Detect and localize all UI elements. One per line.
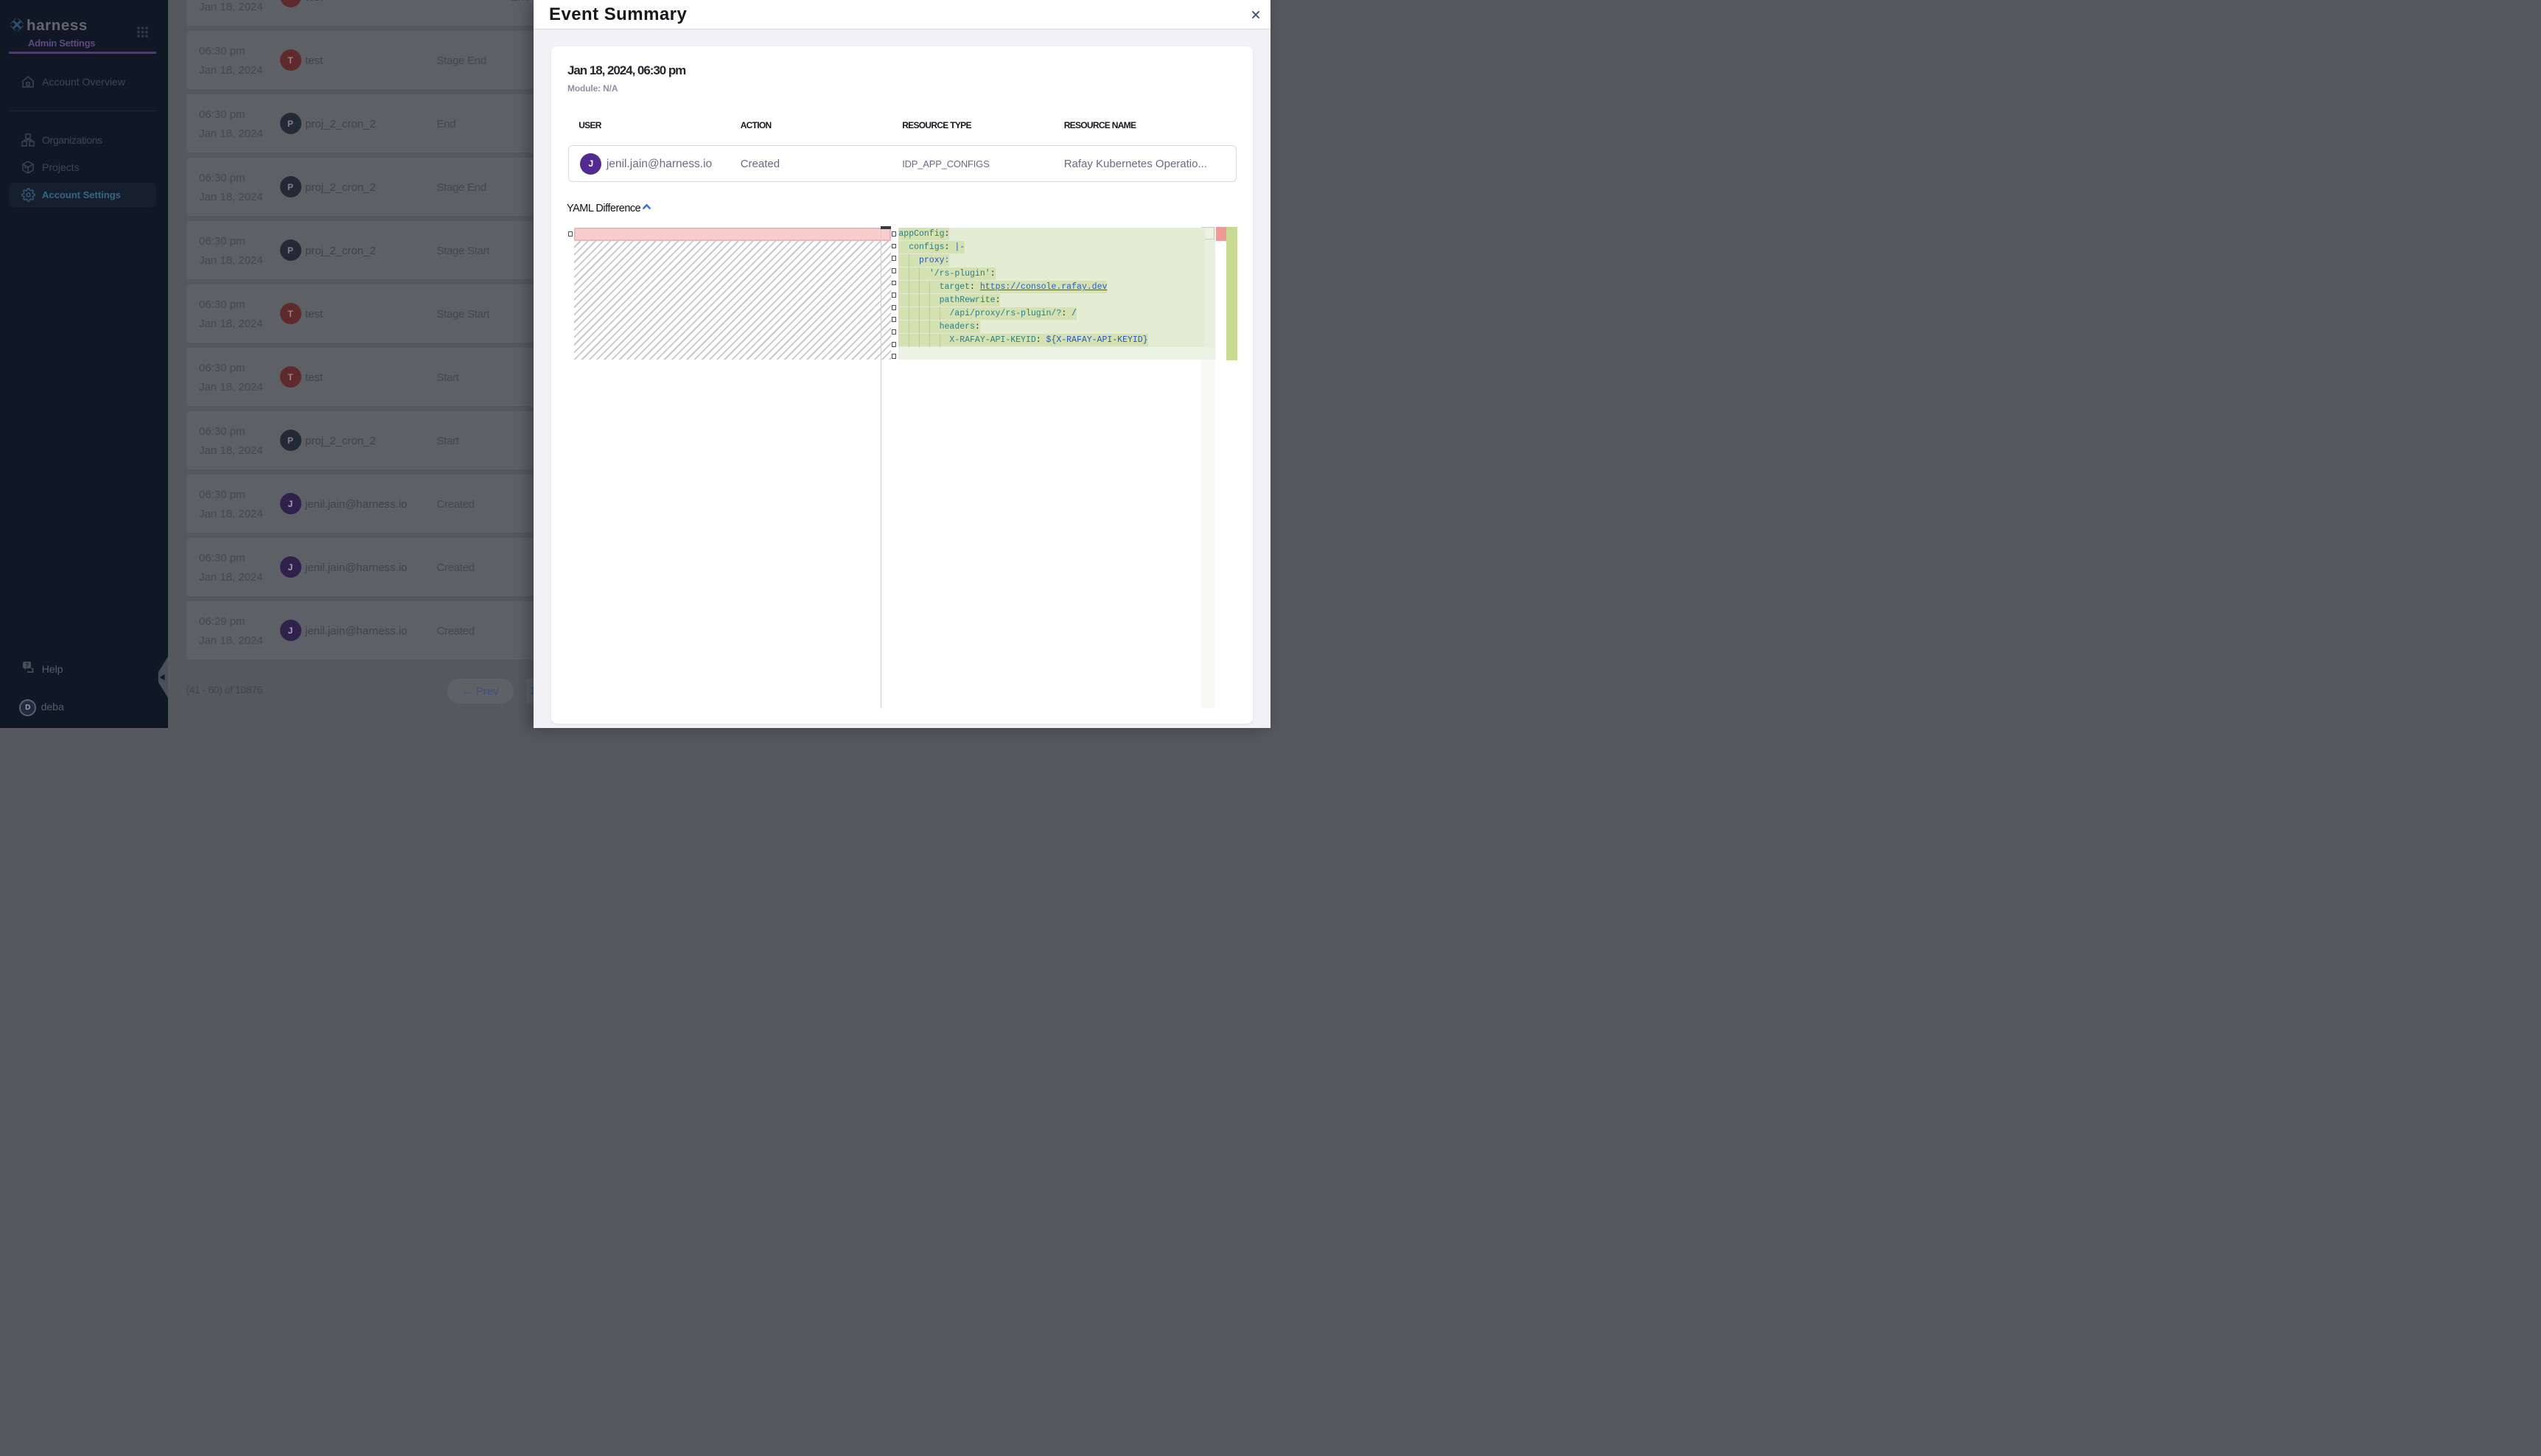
svg-text:?: ? — [25, 662, 29, 669]
